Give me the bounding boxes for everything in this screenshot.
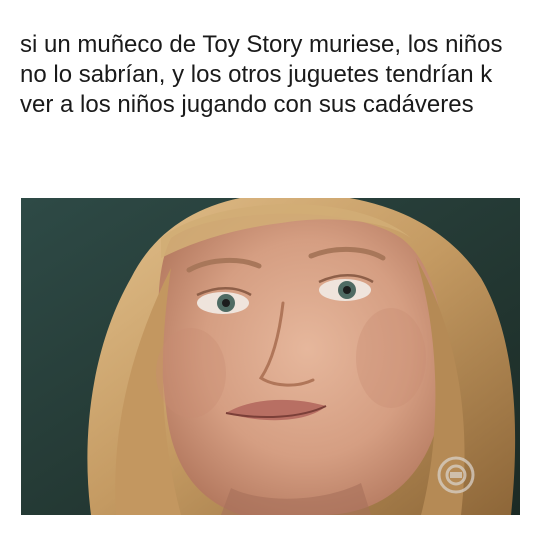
meme-photo — [21, 198, 520, 515]
tv-channel-logo-icon — [437, 456, 475, 494]
meme-caption: si un muñeco de Toy Story muriese, los n… — [20, 31, 503, 118]
meme-card: si un muñeco de Toy Story muriese, los n… — [0, 0, 540, 540]
